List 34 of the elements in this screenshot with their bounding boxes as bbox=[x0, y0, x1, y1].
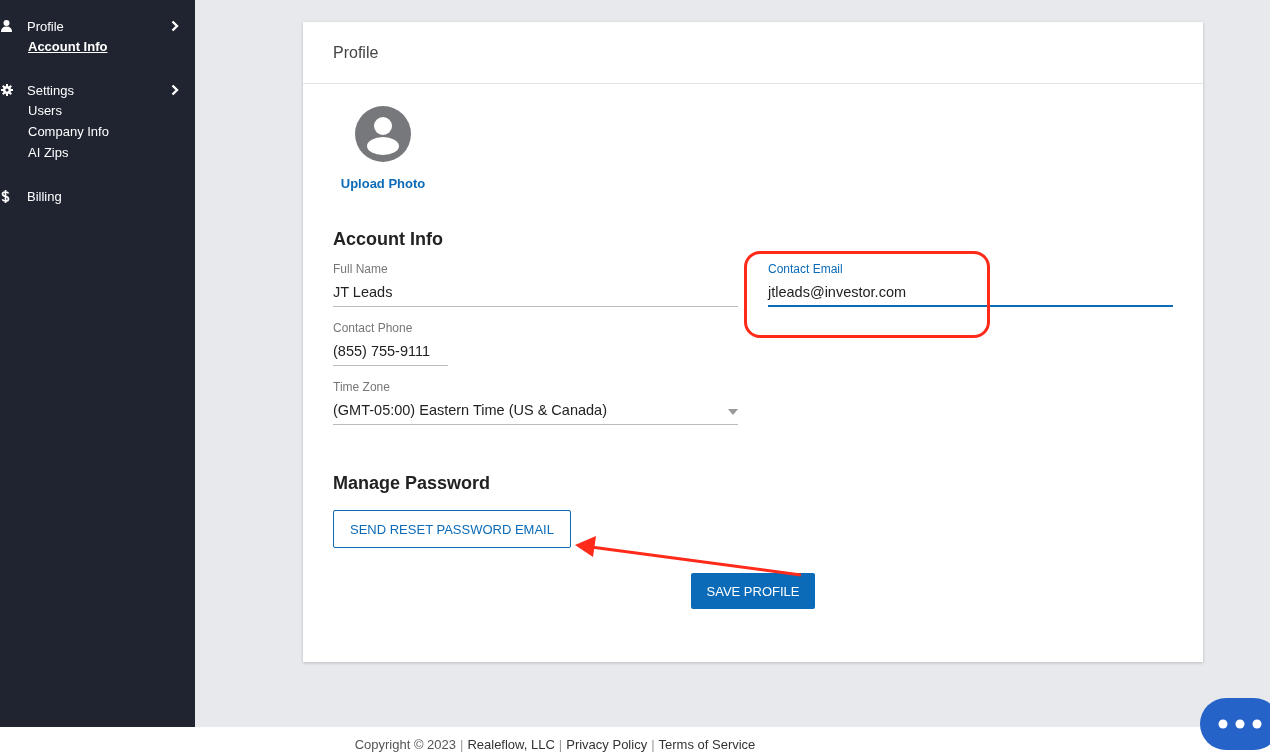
section-heading: Manage Password bbox=[333, 473, 492, 494]
input-field[interactable]: jtleads@investor.com bbox=[768, 284, 1173, 307]
footer-link[interactable]: Terms of Service bbox=[658, 737, 756, 752]
field-label: Contact Phone bbox=[333, 321, 414, 335]
chat-button[interactable] bbox=[1200, 698, 1270, 750]
sidebar-item[interactable]: AI Zips bbox=[28, 143, 69, 162]
separator-text: | bbox=[558, 737, 563, 752]
dollar-icon bbox=[1, 189, 10, 203]
sidebar-item[interactable]: Company Info bbox=[28, 122, 109, 141]
dropdown-arrow-icon bbox=[728, 409, 738, 415]
input-field[interactable]: JT Leads bbox=[333, 284, 738, 307]
separator-text: | bbox=[651, 737, 655, 752]
section-heading: Account Info bbox=[333, 229, 444, 250]
reset-password-button[interactable]: SEND RESET PASSWORD EMAIL bbox=[333, 510, 571, 548]
sidebar-section[interactable]: Settings bbox=[27, 82, 171, 98]
separator-text: | bbox=[460, 737, 464, 752]
ellipsis-icon bbox=[1218, 719, 1262, 729]
person-icon bbox=[1, 20, 12, 32]
footer-link[interactable]: Realeflow, LLC bbox=[467, 737, 555, 752]
field-label: Full Name bbox=[333, 262, 389, 276]
sidebar-section[interactable]: Billing bbox=[27, 188, 195, 204]
dropdown-field[interactable]: (GMT-05:00) Eastern Time (US & Canada) bbox=[333, 402, 738, 425]
input-field[interactable]: (855) 755-9111 bbox=[333, 343, 448, 366]
copyright-text: Copyright © 2023 bbox=[354, 737, 456, 752]
upload-photo-link[interactable]: Upload Photo bbox=[340, 176, 426, 191]
sidebar-section[interactable]: Profile bbox=[27, 18, 171, 34]
sidebar-item[interactable]: Account Info bbox=[28, 37, 108, 56]
avatar-icon bbox=[355, 106, 411, 162]
card-title: Profile bbox=[303, 22, 1203, 84]
save-profile-button[interactable]: SAVE PROFILE bbox=[690, 573, 816, 609]
sidebar-item[interactable]: Users bbox=[28, 101, 62, 120]
field-label: Time Zone bbox=[333, 380, 391, 394]
footer-link[interactable]: Privacy Policy bbox=[566, 737, 648, 752]
field-label: Contact Email bbox=[768, 262, 844, 276]
